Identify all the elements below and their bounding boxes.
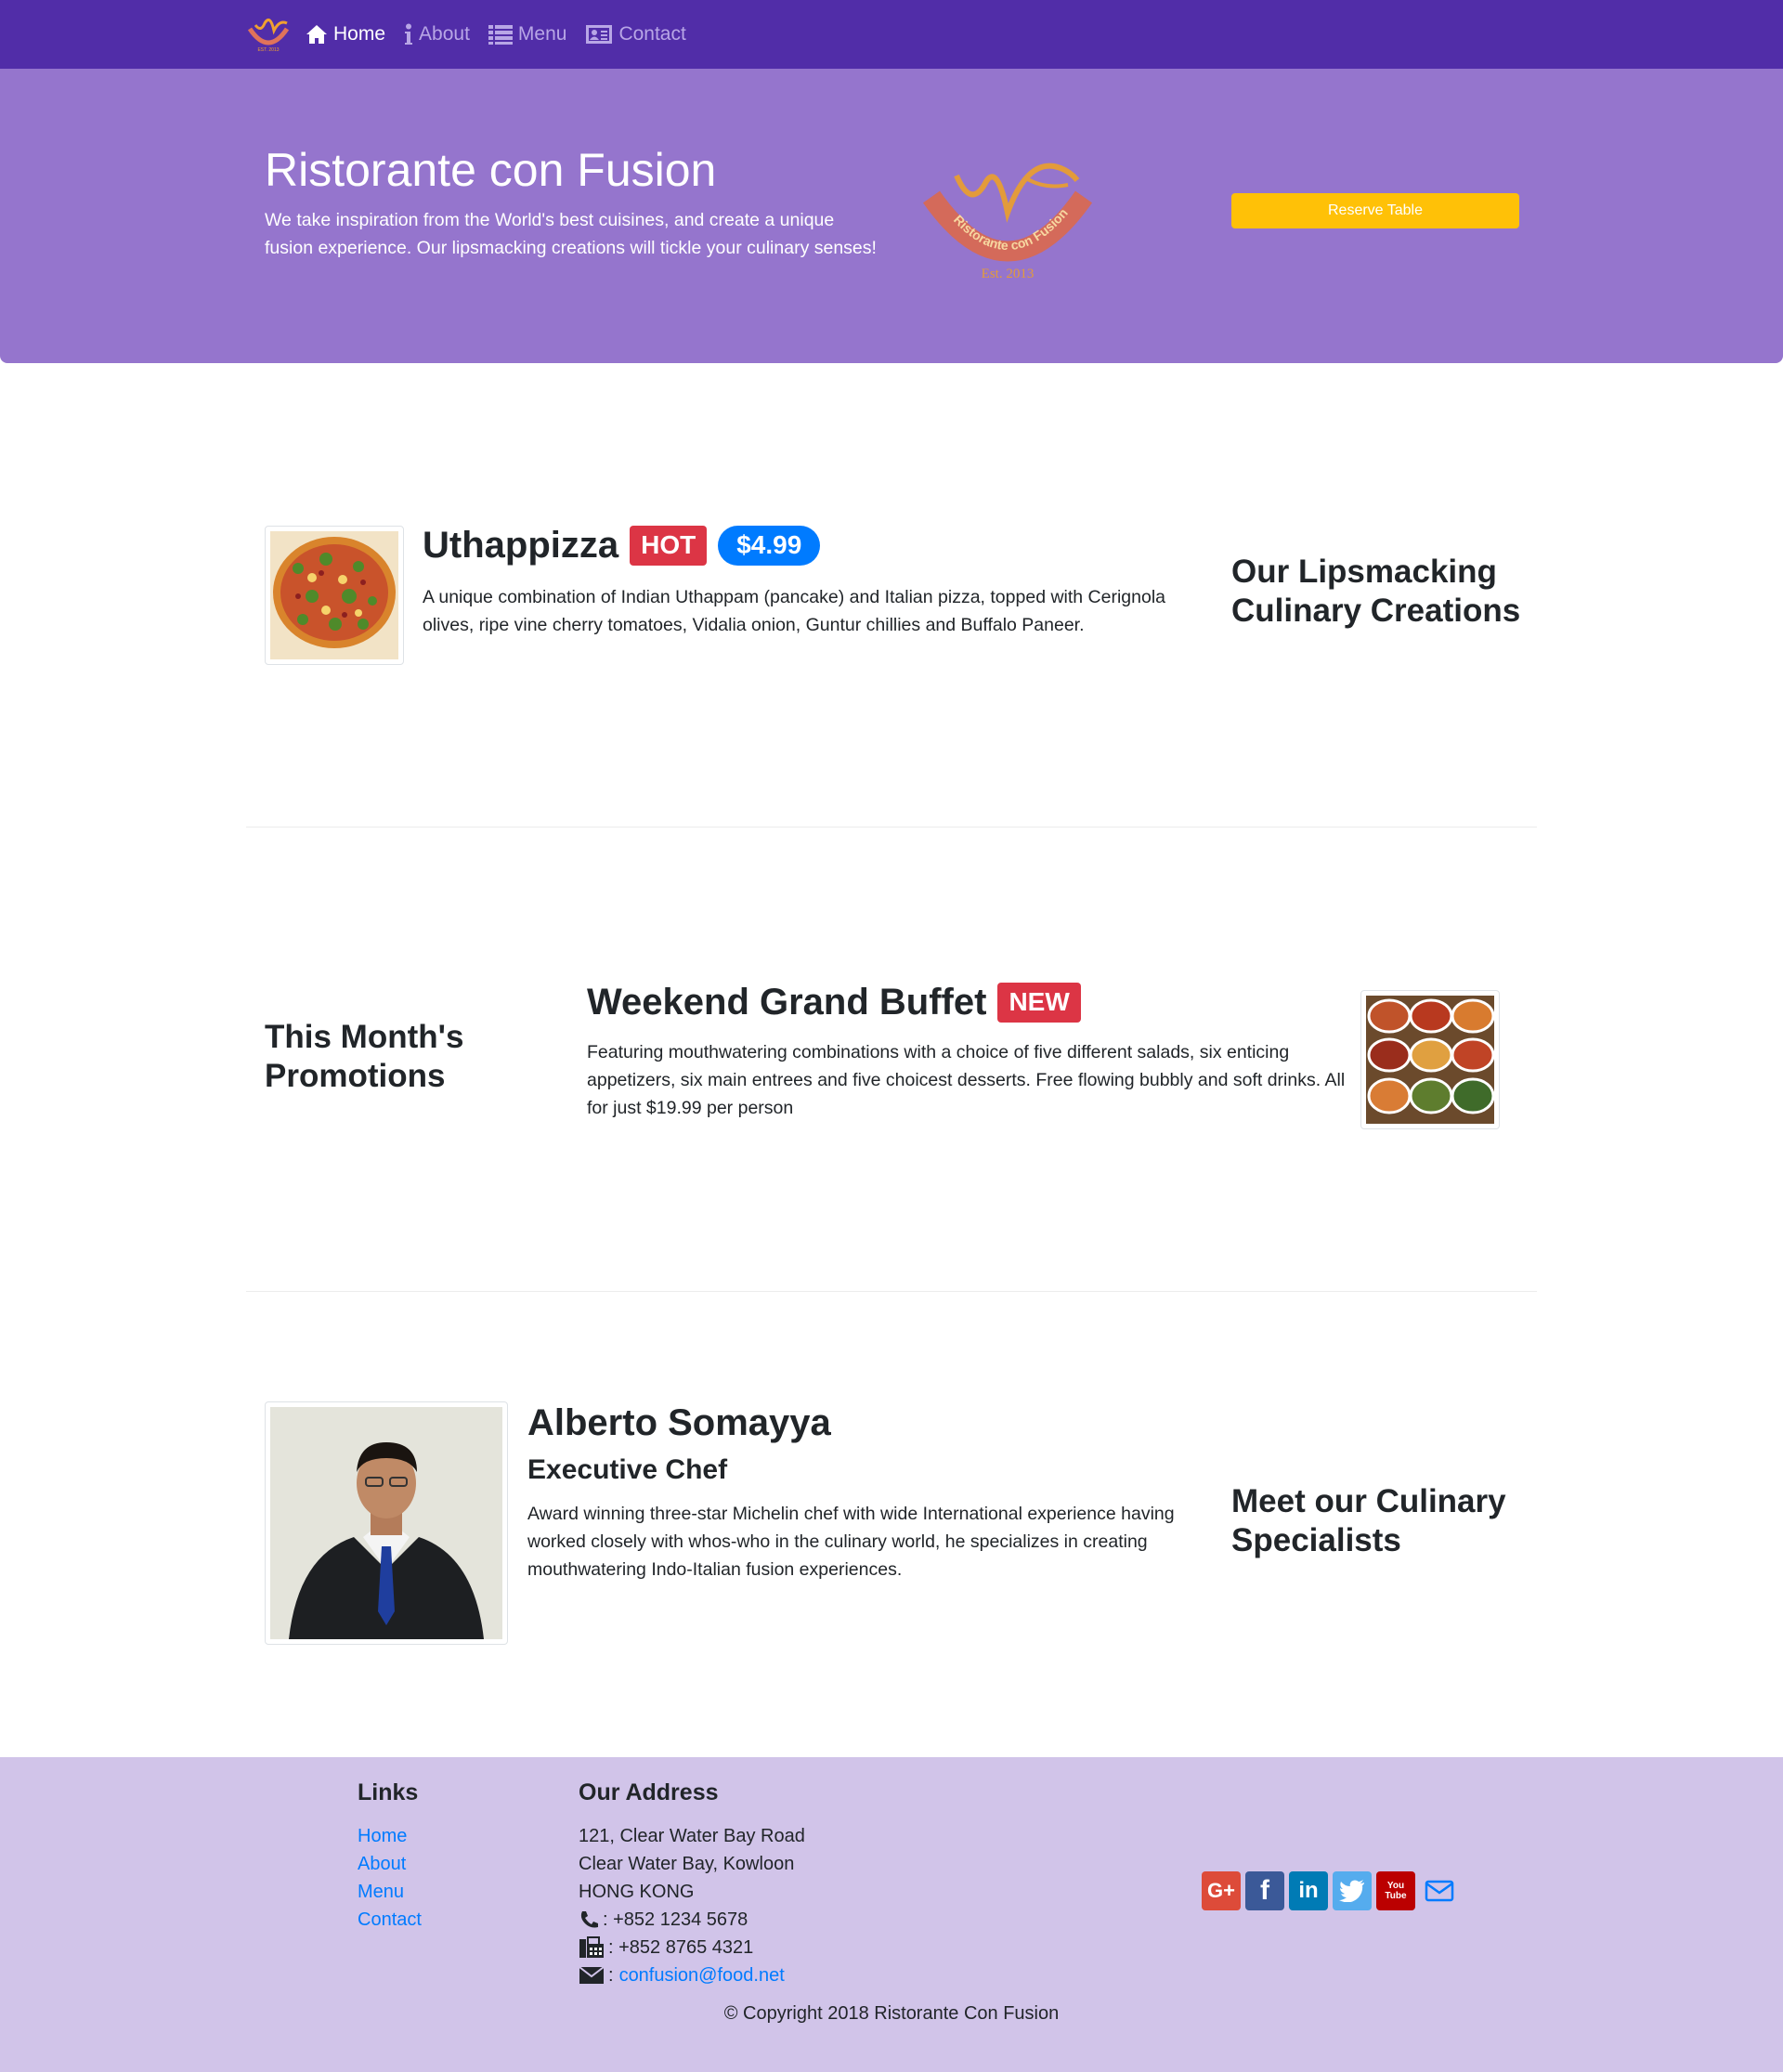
- footer-link-item: Home: [358, 1822, 422, 1850]
- envelope-icon: [579, 1966, 605, 1984]
- new-badge: NEW: [997, 983, 1081, 1023]
- buffet-image: [1366, 996, 1494, 1124]
- nav-contact-label: Contact: [618, 23, 686, 45]
- address-line-1: 121, Clear Water Bay Road: [579, 1826, 805, 1846]
- envelope-outline-icon: [1425, 1880, 1454, 1902]
- logo-est-text: Est. 2013: [982, 267, 1035, 281]
- address-line-3: HONG KONG: [579, 1882, 695, 1902]
- nav-about-label: About: [419, 23, 470, 45]
- address-card-icon: [586, 25, 613, 44]
- facebook-icon[interactable]: f: [1245, 1871, 1284, 1910]
- promotion-title-row: Weekend Grand Buffet NEW: [587, 982, 1081, 1023]
- leader-designation: Executive Chef: [527, 1454, 728, 1485]
- brand-logo[interactable]: EST. 2013: [246, 14, 293, 55]
- phone-icon: [580, 1911, 598, 1928]
- nav-home[interactable]: Home: [306, 23, 385, 46]
- nav-home-label: Home: [333, 23, 386, 45]
- leader-thumbnail: [265, 1401, 508, 1645]
- price-badge: $4.99: [718, 526, 821, 566]
- leader-description: Award winning three-star Michelin chef w…: [527, 1504, 1175, 1580]
- email-prefix: :: [608, 1965, 614, 1986]
- promotion-name: Weekend Grand Buffet: [587, 982, 987, 1023]
- address-line-2: Clear Water Bay, Kowloon: [579, 1854, 795, 1874]
- nav-menu-label: Menu: [517, 23, 567, 45]
- jumbotron: Ristorante con Fusion We take inspiratio…: [0, 69, 1783, 363]
- footer-address-heading: Our Address: [579, 1779, 719, 1805]
- footer-links: Home About Menu Contact: [358, 1822, 422, 1934]
- restaurant-title: Ristorante con Fusion: [265, 144, 717, 196]
- nav-menu[interactable]: Menu: [488, 23, 567, 46]
- chef-photo: [270, 1407, 502, 1639]
- mail-icon[interactable]: [1420, 1871, 1459, 1910]
- home-icon: [306, 25, 327, 44]
- phone-row: : +852 1234 5678: [579, 1906, 805, 1934]
- restaurant-tagline: We take inspiration from the World's bes…: [265, 210, 877, 258]
- fax-icon: [579, 1936, 604, 1958]
- reserve-table-button[interactable]: Reserve Table: [1231, 193, 1519, 228]
- section-divider: [246, 1291, 1537, 1292]
- copyright: © Copyright 2018 Ristorante Con Fusion: [723, 2003, 1060, 2024]
- dish-name: Uthappizza: [423, 525, 619, 566]
- footer-link-about[interactable]: About: [358, 1854, 406, 1874]
- footer-link-home[interactable]: Home: [358, 1826, 407, 1846]
- email-row: : confusion@food.net: [579, 1961, 805, 1989]
- footer-link-menu[interactable]: Menu: [358, 1882, 404, 1902]
- nav-contact[interactable]: Contact: [585, 23, 686, 46]
- footer-links-heading: Links: [358, 1779, 419, 1805]
- youtube-icon[interactable]: You Tube: [1376, 1871, 1415, 1910]
- email-link[interactable]: confusion@food.net: [619, 1961, 785, 1989]
- brand-logo-image: EST. 2013: [247, 18, 290, 53]
- dish-side-heading: Our Lipsmacking Culinary Creations: [1231, 554, 1521, 629]
- footer-link-contact[interactable]: Contact: [358, 1909, 422, 1930]
- footer-link-item: Contact: [358, 1906, 422, 1934]
- footer-link-item: About: [358, 1850, 422, 1878]
- twitter-bird-icon: [1339, 1880, 1364, 1902]
- dish-description: A unique combination of Indian Uthappam …: [423, 587, 1166, 635]
- google-plus-icon[interactable]: G+: [1202, 1871, 1241, 1910]
- hot-badge: HOT: [630, 526, 708, 566]
- leader-side-heading: Meet our Culinary Specialists: [1231, 1483, 1506, 1558]
- navbar-inner: EST. 2013 Home About Menu Contact: [246, 0, 705, 69]
- footer-link-item: Menu: [358, 1878, 422, 1906]
- svg-text:EST. 2013: EST. 2013: [257, 47, 279, 53]
- list-icon: [488, 25, 513, 45]
- dish-thumbnail: [265, 526, 404, 665]
- social-links: G+ f in You Tube: [1202, 1871, 1464, 1910]
- navbar: EST. 2013 Home About Menu Contact: [0, 0, 1783, 69]
- phone-number: : +852 1234 5678: [603, 1909, 748, 1930]
- footer: Links Home About Menu Contact Our Addres…: [0, 1757, 1783, 2072]
- info-icon: [405, 23, 413, 45]
- dish-title-row: Uthappizza HOT $4.99: [423, 525, 821, 567]
- nav-about[interactable]: About: [404, 23, 470, 46]
- promotion-side-heading: This Month's Promotions: [265, 1019, 464, 1094]
- promotion-description: Featuring mouthwatering combinations wit…: [587, 1042, 1346, 1118]
- footer-address: 121, Clear Water Bay Road Clear Water Ba…: [579, 1822, 805, 1989]
- fax-row: : +852 8765 4321: [579, 1934, 805, 1961]
- promotion-thumbnail: [1360, 990, 1500, 1129]
- leader-name: Alberto Somayya: [527, 1402, 831, 1443]
- fax-number: : +852 8765 4321: [608, 1937, 754, 1958]
- linkedin-icon[interactable]: in: [1289, 1871, 1328, 1910]
- restaurant-logo: Ristorante con Fusion Est. 2013: [905, 143, 1110, 282]
- twitter-icon[interactable]: [1333, 1871, 1372, 1910]
- pizza-image: [270, 531, 398, 659]
